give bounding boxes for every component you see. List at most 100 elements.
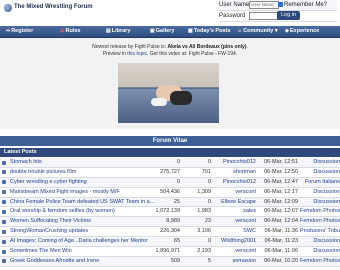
post-forum-link[interactable]: Femdom Photos [300, 257, 340, 266]
post-icon [2, 239, 6, 244]
post-views: 1,309 [197, 188, 211, 195]
post-title-link[interactable]: AI Images: Coming of Age...Darla challen… [10, 237, 158, 246]
post-forum-link[interactable]: Femdom Photos [300, 217, 340, 226]
post-date: 06-Mar, 11:23 [264, 238, 298, 245]
post-user-link[interactable]: Pinocchio012 [212, 178, 256, 187]
latest-posts-list: Stomach hits 0 0 Pinocchio012 06-Mar, 12:51 D… [0, 158, 340, 267]
nav-rules[interactable]: ⚠Rules [60, 26, 80, 37]
post-replies: 275,727 [160, 168, 180, 175]
post-forum-link[interactable]: Discussion [300, 158, 340, 167]
site-title[interactable]: The Mixed Wrestling Forum [14, 4, 93, 10]
post-user-link[interactable]: verscont [212, 188, 256, 197]
post-views: 701 [201, 168, 211, 175]
post-forum-link[interactable]: Discussion [300, 198, 340, 207]
forum-section-title: Forum Vitae [0, 136, 340, 146]
post-title-link[interactable]: double trouble pictures f0m [10, 168, 158, 177]
post-views: 0 [207, 178, 211, 185]
todays-posts-icon: ▦ [188, 28, 193, 34]
post-row[interactable]: Women Suffocating Their Victims 8,989 23 ve… [0, 217, 340, 228]
post-forum-link[interactable]: Producers' Tribune [300, 227, 340, 236]
latest-posts-header: Latest Posts [0, 148, 340, 157]
post-forum-link[interactable]: Femdom Photos [300, 207, 340, 216]
post-icon [2, 209, 6, 214]
experience-icon: ◈ [285, 28, 289, 34]
remember-me-label: Remember Me? [284, 2, 328, 8]
password-input[interactable] [249, 12, 279, 20]
post-user-link[interactable]: verscont [212, 217, 256, 226]
post-replies: 1,072,139 [155, 208, 180, 215]
post-forum-link[interactable]: Discussion [300, 247, 340, 256]
nav-community[interactable]: ☺Community ▾ [237, 26, 278, 37]
post-title-link[interactable]: Mainstream Mixed Fight images - mostly M… [10, 188, 158, 197]
post-views: 0 [207, 159, 211, 165]
post-user-link[interactable]: verscont [212, 247, 256, 256]
post-views: 23 [204, 218, 211, 225]
post-user-link[interactable]: Wildthing2001 [212, 237, 256, 246]
banner-topic-link[interactable]: this topic [127, 51, 147, 57]
post-user-link[interactable]: SWC [212, 227, 256, 236]
nav-gallery[interactable]: ▣Gallery [150, 26, 174, 37]
login-button[interactable]: Log in [277, 11, 300, 20]
rules-icon: ⚠ [60, 28, 65, 34]
post-user-link[interactable]: zales [212, 207, 256, 216]
post-title-link[interactable]: Sometimes The Men Win [10, 247, 158, 256]
post-title-link[interactable]: StrongWomanCrushing updates [10, 227, 158, 236]
remember-me-checkbox[interactable] [278, 2, 283, 7]
release-preview-image[interactable] [118, 63, 219, 123]
post-user-link[interactable]: Elbow Escape [212, 198, 256, 207]
post-title-link[interactable]: Greek Goddesses Afrodite and Irene [10, 257, 158, 266]
post-row[interactable]: double trouble pictures f0m 275,727 701 sho… [0, 168, 340, 178]
post-replies: 8,989 [166, 218, 180, 225]
post-row[interactable]: StrongWomanCrushing updates 226,304 3,106 S… [0, 227, 340, 238]
post-row[interactable]: Cyber wrestling e cyber fighting 0 0 Pinocc… [0, 177, 340, 188]
post-user-link[interactable]: shortman [212, 168, 256, 177]
login-form: User Name User Name Remember Me? Passwor… [219, 0, 337, 22]
post-replies: 0 [176, 159, 180, 165]
post-forum-link[interactable]: Discussion [300, 168, 340, 177]
banner-line-2: Preview in this topic. Get this video at… [102, 51, 238, 57]
preview-figure [151, 98, 167, 106]
username-label: User Name [219, 2, 250, 8]
post-icon [2, 259, 6, 264]
post-user-link[interactable]: Pinocchio012 [212, 158, 256, 167]
forum-logo-icon[interactable] [4, 4, 12, 12]
post-row[interactable]: Sometimes The Men Win 1,896,971 2,193 versc… [0, 247, 340, 257]
post-date: 06-Mar, 12:50 [264, 168, 298, 175]
post-date: 06-Mar, 12:09 [264, 198, 298, 205]
post-forum-link[interactable]: Discussion [300, 188, 340, 197]
remember-me[interactable]: Remember Me? [278, 1, 327, 10]
post-title-link[interactable]: Stomach hits [10, 158, 158, 167]
nav-todays-posts[interactable]: ▦Today's Posts [188, 26, 230, 37]
post-user-link[interactable]: semasion [212, 257, 256, 266]
post-row[interactable]: China Female Police Team defeated US SWA… [0, 197, 340, 208]
post-icon [2, 219, 6, 224]
post-icon [2, 170, 6, 175]
username-input[interactable]: User Name [249, 1, 279, 9]
banner-release-title[interactable]: Akela vs Ali Bordeaux (pins only) [167, 44, 246, 50]
post-title-link[interactable]: Cyber wrestling e cyber fighting [10, 178, 158, 187]
post-replies: 65 [173, 238, 180, 245]
post-title-link[interactable]: Oral worship & femdom selfies (by women) [10, 207, 158, 216]
post-forum-link[interactable]: Discussion [300, 237, 340, 246]
post-forum-link[interactable]: Forum Italiano [300, 178, 340, 187]
post-views: 2,193 [197, 248, 211, 255]
post-row[interactable]: Greek Goddesses Afrodite and Irene 509 5 se… [0, 256, 340, 267]
banner-line-1: Newest release by Fight Pulse is: Akela … [92, 44, 248, 50]
post-views: 5 [207, 257, 211, 264]
post-date: 06-Mar, 11:36 [264, 228, 298, 235]
post-views: 1,983 [197, 208, 211, 215]
release-banner: Newest release by Fight Pulse is: Akela … [0, 38, 340, 129]
nav-library[interactable]: ▤Library [106, 26, 130, 37]
preview-figure [170, 91, 192, 105]
post-title-link[interactable]: Women Suffocating Their Victims [10, 217, 158, 226]
nav-experience[interactable]: ◈Experience [285, 26, 319, 37]
post-row[interactable]: Stomach hits 0 0 Pinocchio012 06-Mar, 12:51 D… [0, 158, 340, 168]
post-title-link[interactable]: China Female Police Team defeated US SWA… [10, 198, 158, 207]
post-date: 06-Mar, 10:20 [264, 257, 298, 264]
post-row[interactable]: AI Images: Coming of Age...Darla challen… [0, 237, 340, 248]
post-views: 3,106 [197, 228, 211, 235]
post-row[interactable]: Oral worship & femdom selfies (by women)… [0, 207, 340, 218]
post-row[interactable]: Mainstream Mixed Fight images - mostly M… [0, 188, 340, 198]
post-icon [2, 180, 6, 185]
nav-register[interactable]: ⇨Register [6, 26, 33, 37]
